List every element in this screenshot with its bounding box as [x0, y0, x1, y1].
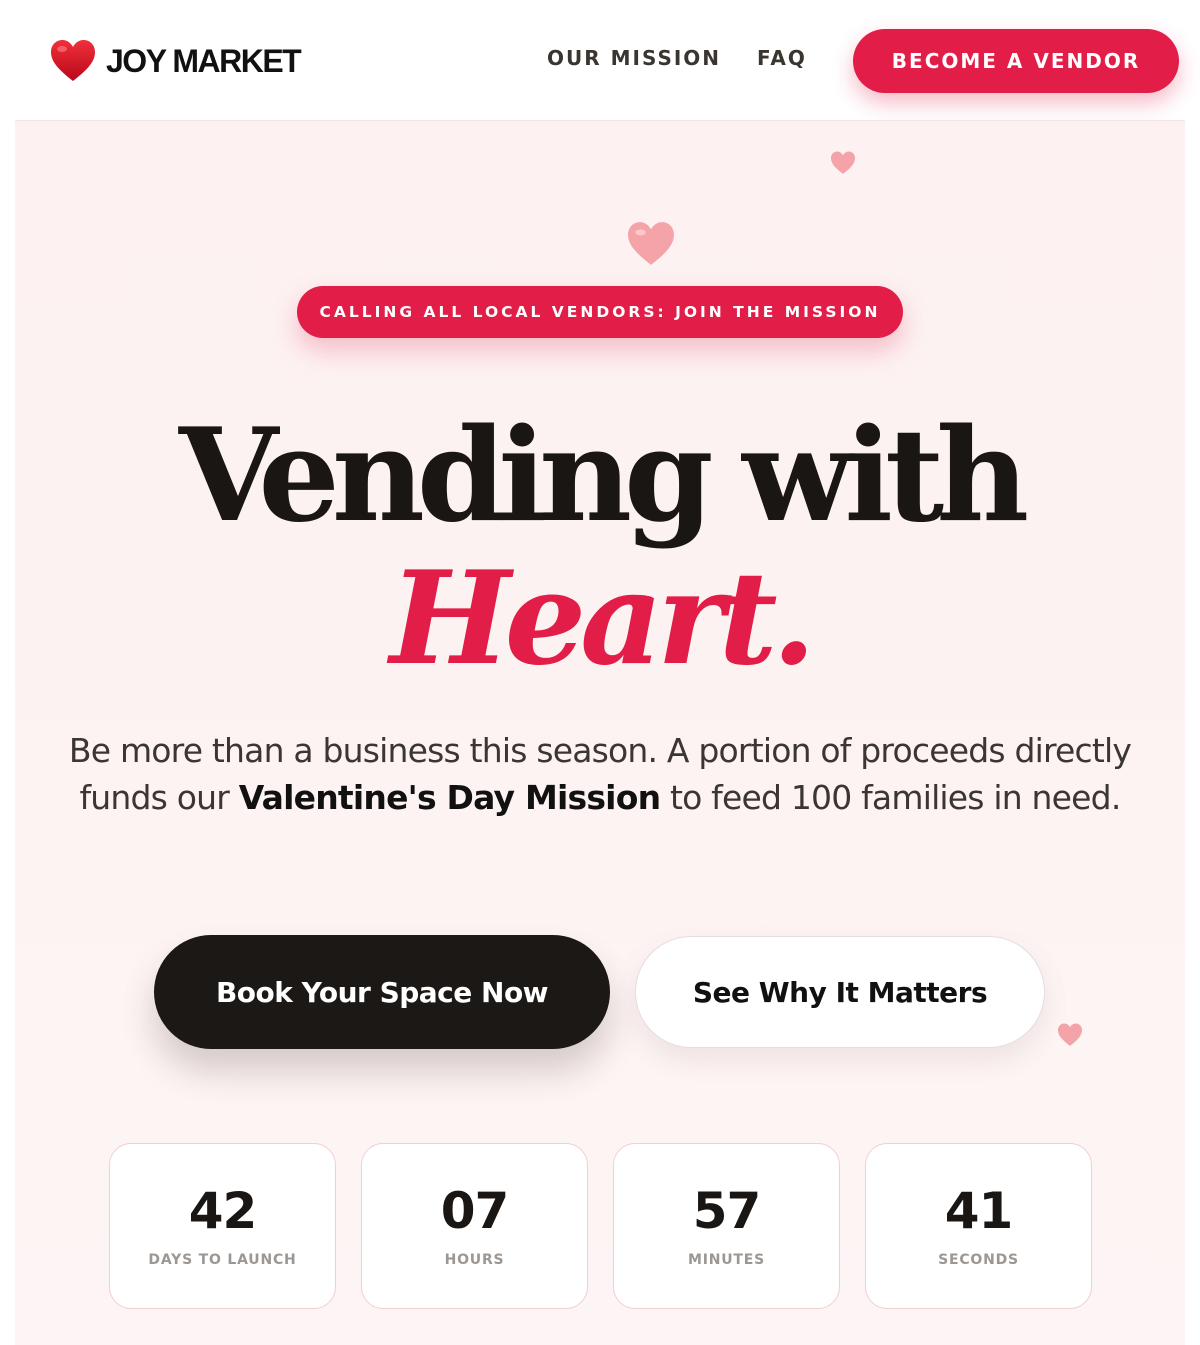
brand-name: JOY MARKET — [106, 42, 302, 79]
site-header: JOY MARKET OUR MISSION FAQ BECOME A VEND… — [0, 0, 1200, 120]
countdown-days: 42 DAYS TO LAUNCH — [109, 1143, 336, 1309]
description-text-end: to feed 100 families in need. — [660, 778, 1121, 817]
see-why-button[interactable]: See Why It Matters — [635, 936, 1045, 1048]
countdown-value: 41 — [944, 1182, 1014, 1240]
floating-heart-icon — [1058, 1023, 1082, 1046]
hero-description: Be more than a business this season. A p… — [60, 727, 1140, 821]
countdown-hours: 07 HOURS — [361, 1143, 588, 1309]
vendor-callout-badge: CALLING ALL LOCAL VENDORS: JOIN THE MISS… — [297, 286, 903, 338]
headline-line-1: Vending with — [178, 401, 1029, 551]
floating-heart-icon — [628, 222, 674, 265]
mission-highlight: Valentine's Day Mission — [238, 778, 661, 817]
floating-heart-icon — [831, 151, 855, 174]
become-vendor-button[interactable]: BECOME A VENDOR — [853, 29, 1179, 93]
launch-countdown: 42 DAYS TO LAUNCH 07 HOURS 57 MINUTES 41… — [109, 1143, 1092, 1309]
headline-line-2: Heart. — [389, 544, 816, 694]
countdown-value: 57 — [692, 1182, 762, 1240]
countdown-value: 42 — [188, 1182, 258, 1240]
nav-faq[interactable]: FAQ — [757, 46, 807, 70]
heart-icon — [51, 40, 95, 81]
hero-section: CALLING ALL LOCAL VENDORS: JOIN THE MISS… — [15, 120, 1185, 1345]
book-space-button[interactable]: Book Your Space Now — [154, 935, 610, 1049]
countdown-label: DAYS TO LAUNCH — [148, 1252, 297, 1268]
countdown-label: HOURS — [444, 1252, 505, 1268]
brand-logo[interactable]: JOY MARKET — [50, 38, 302, 84]
countdown-value: 07 — [440, 1182, 510, 1240]
countdown-label: MINUTES — [687, 1252, 766, 1268]
countdown-minutes: 57 MINUTES — [613, 1143, 840, 1309]
countdown-seconds: 41 SECONDS — [865, 1143, 1092, 1309]
countdown-label: SECONDS — [938, 1252, 1019, 1268]
nav-our-mission[interactable]: OUR MISSION — [547, 46, 721, 70]
